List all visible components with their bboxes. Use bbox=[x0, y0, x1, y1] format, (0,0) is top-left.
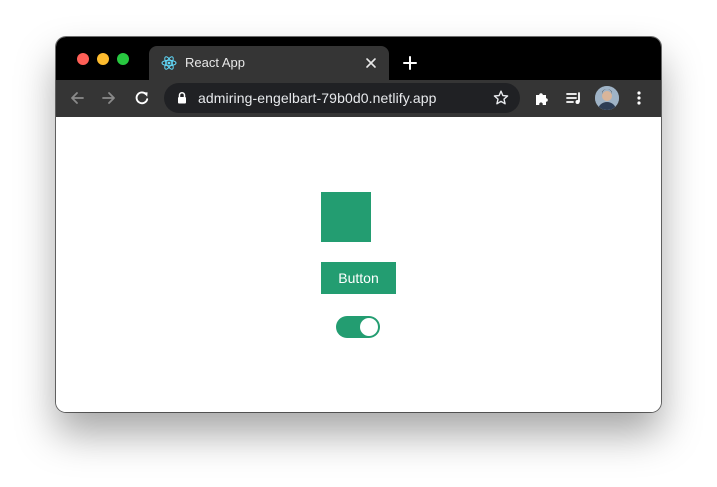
new-tab-icon[interactable] bbox=[401, 54, 419, 72]
toggle-switch[interactable] bbox=[336, 316, 380, 338]
browser-window: React App admiring-engelbart-79b0d0.netl… bbox=[56, 37, 661, 412]
arrow-right-icon[interactable] bbox=[100, 89, 118, 107]
address-bar[interactable]: admiring-engelbart-79b0d0.netlify.app bbox=[164, 83, 520, 113]
url-text: admiring-engelbart-79b0d0.netlify.app bbox=[198, 90, 437, 106]
page-content: Button bbox=[56, 117, 661, 412]
minimize-window-button[interactable] bbox=[97, 53, 109, 65]
close-window-button[interactable] bbox=[77, 53, 89, 65]
reload-icon[interactable] bbox=[133, 89, 151, 107]
primary-button[interactable]: Button bbox=[321, 262, 396, 294]
maximize-window-button[interactable] bbox=[117, 53, 129, 65]
lock-icon bbox=[178, 91, 186, 104]
profile-avatar[interactable] bbox=[595, 86, 619, 110]
toggle-knob bbox=[360, 318, 378, 336]
browser-tab[interactable]: React App bbox=[149, 46, 389, 80]
tab-title: React App bbox=[185, 55, 245, 70]
close-tab-icon[interactable] bbox=[363, 55, 379, 71]
avatar-image bbox=[595, 86, 619, 110]
puzzle-icon[interactable] bbox=[533, 89, 551, 107]
browser-toolbar: admiring-engelbart-79b0d0.netlify.app bbox=[56, 80, 661, 117]
playlist-icon[interactable] bbox=[565, 89, 583, 107]
react-logo-icon bbox=[161, 56, 177, 70]
arrow-left-icon[interactable] bbox=[68, 89, 86, 107]
kebab-menu-icon[interactable] bbox=[630, 89, 648, 107]
title-bar: React App bbox=[56, 37, 661, 80]
star-icon[interactable] bbox=[492, 89, 510, 107]
green-square bbox=[321, 192, 371, 242]
